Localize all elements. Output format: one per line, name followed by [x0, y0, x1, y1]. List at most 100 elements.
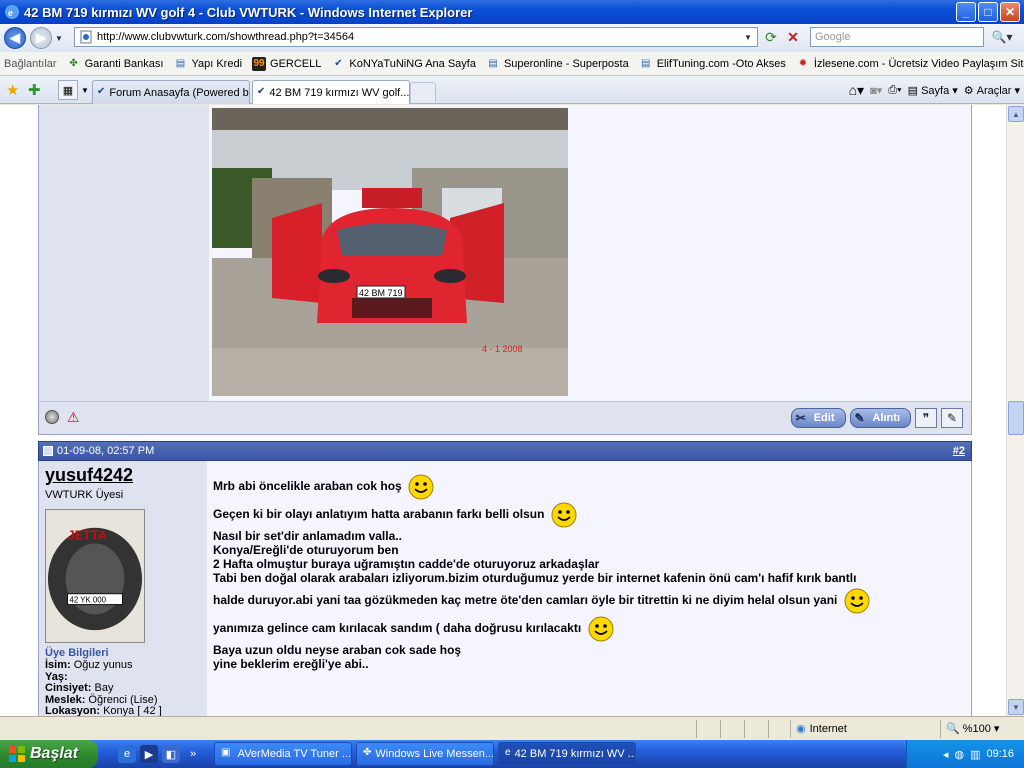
link-superonline[interactable]: ▤ Superonline - Superposta	[486, 57, 628, 71]
task-avermedia[interactable]: ▣ AVerMedia TV Tuner ...	[214, 742, 352, 766]
address-bar[interactable]: http://www.clubvwturk.com/showthread.php…	[74, 27, 758, 47]
edit-button[interactable]: ✂ Edit	[790, 408, 846, 428]
user-title: VWTURK Üyesi	[45, 489, 124, 501]
gear-icon: ⚙	[963, 85, 974, 97]
tray-arrow-icon[interactable]: ◂	[943, 748, 949, 761]
address-row: ◀ ▶ ▼ http://www.clubvwturk.com/showthre…	[0, 24, 1024, 52]
globe-icon: ◉	[796, 723, 806, 735]
message-line: Baya uzun oldu neyse araban cok sade hoş	[213, 643, 462, 657]
avatar-plate-text: 42 YK 000	[70, 596, 107, 605]
post-1-sidebar	[39, 105, 209, 401]
url-text: http://www.clubvwturk.com/showthread.php…	[97, 31, 355, 43]
post-icon	[43, 446, 53, 456]
message-line: halde duruyor.abi yani taa gözükmeden ka…	[213, 587, 871, 615]
avatar: JETTA 42 YK 000	[45, 509, 145, 643]
favorites-star-icon[interactable]: ★	[6, 81, 22, 99]
post-2-sidebar: yusuf4242 VWTURK Üyesi JETTA 42 YK 000 Ü…	[39, 461, 207, 716]
forward-button[interactable]: ▶	[30, 27, 52, 49]
link-garanti[interactable]: ✤ Garanti Bankası	[67, 57, 163, 71]
link-gercell[interactable]: 99 GERCELL	[252, 56, 321, 71]
ie-icon: e	[505, 747, 511, 758]
smiley-icon	[588, 616, 613, 642]
message-line: Konya/Ereğli'de oturuyorum ben	[213, 543, 399, 557]
quote-button[interactable]: ✎ Alıntı	[849, 408, 911, 428]
new-tab-button[interactable]	[410, 82, 436, 102]
message-line: 2 Hafta olmuştur buraya uğramıştın cadde…	[213, 557, 600, 571]
tray-app-icon[interactable]: ◍	[954, 748, 964, 761]
photo-date-stamp: 4 - 1 2008	[482, 344, 523, 354]
add-favorite-icon[interactable]: ✚	[28, 81, 44, 99]
post-1: 42 BM 719 4 - 1 2008 ⚠ ✂ Edit ✎ Alıntı ❞ ✎	[38, 105, 972, 435]
multi-quote-icon[interactable]: ❞	[915, 408, 937, 428]
car-photo: 42 BM 719 4 - 1 2008	[212, 108, 568, 396]
ie-page-icon: ▤	[640, 58, 651, 69]
network-icon[interactable]: ▥	[970, 748, 980, 761]
report-post-icon[interactable]: ⚠	[67, 410, 83, 426]
tab-forum-anasayfa[interactable]: ✔ Forum Anasayfa (Powered b...	[92, 80, 250, 104]
quick-launch: e ▶ ◧ »	[118, 745, 202, 763]
scroll-thumb[interactable]	[1008, 401, 1024, 435]
vw-icon: ✔	[257, 85, 266, 97]
post-number-link[interactable]: #2	[953, 445, 965, 457]
ie-icon[interactable]: e	[118, 745, 136, 763]
tabs-row: ★ ✚ ▦ ▼ ✔ Forum Anasayfa (Powered b... ✔…	[0, 76, 1024, 104]
search-icon[interactable]: 🔍▾	[986, 27, 1018, 47]
link-konyatuning[interactable]: ✔ KoNYaTuNiNG Ana Sayfa	[331, 57, 476, 71]
post-2-header: 01-09-08, 02:57 PM #2	[38, 441, 972, 461]
tools-menu[interactable]: ⚙ Araçlar ▾	[963, 84, 1020, 98]
scroll-down-icon[interactable]: ▼	[1008, 699, 1024, 715]
izlesene-icon: ✹	[798, 58, 808, 69]
task-messenger[interactable]: ✤ Windows Live Messen...	[356, 742, 494, 766]
svg-text:e: e	[8, 7, 13, 19]
post-date: 01-09-08, 02:57 PM	[57, 445, 155, 457]
back-button[interactable]: ◀	[4, 27, 26, 49]
taskbar: Başlat e ▶ ◧ » ▣ AVerMedia TV Tuner ... ✤…	[0, 740, 1024, 768]
clock[interactable]: 09:16	[986, 748, 1014, 760]
history-dropdown-icon[interactable]: ▼	[55, 34, 63, 43]
ie-page-icon: ▤	[488, 58, 498, 69]
minimize-button[interactable]: _	[956, 2, 976, 22]
member-info: İsim: Oğuz yunus Yaş: Cinsiyet: Bay Mesl…	[45, 659, 162, 716]
security-zone[interactable]: ◉ Internet	[796, 722, 847, 736]
link-yapikredi[interactable]: ▤ Yapı Kredi	[173, 57, 242, 71]
page-menu[interactable]: ▤ Sayfa ▾	[907, 84, 958, 98]
maximize-button[interactable]: □	[978, 2, 998, 22]
vertical-scrollbar[interactable]: ▲ ▼	[1006, 105, 1024, 716]
print-icon[interactable]: ⎙▾	[888, 84, 901, 97]
tab-list-dropdown-icon[interactable]: ▼	[80, 80, 90, 100]
page-viewport: 42 BM 719 4 - 1 2008 ⚠ ✂ Edit ✎ Alıntı ❞ ✎…	[0, 105, 1006, 716]
zoom-icon: 🔍	[946, 723, 960, 735]
zoom-control[interactable]: 🔍 %100 ▾	[946, 722, 999, 736]
smiley-icon	[551, 502, 577, 528]
link-izlesene[interactable]: ✹ İzlesene.com - Ücretsiz Video Paylaşım …	[796, 57, 1024, 71]
offline-status-icon	[45, 410, 59, 424]
quick-launch-arrow-icon[interactable]: »	[184, 745, 202, 763]
scroll-up-icon[interactable]: ▲	[1008, 106, 1024, 122]
pencil-icon: ✎	[854, 411, 865, 425]
media-player-icon[interactable]: ▶	[140, 745, 158, 763]
close-button[interactable]: ✕	[1000, 2, 1020, 22]
home-icon[interactable]: ⌂▾	[849, 82, 864, 99]
search-input[interactable]: Google	[810, 27, 984, 47]
page-icon	[80, 30, 92, 44]
start-button[interactable]: Başlat	[0, 740, 98, 768]
message-line: Mrb abi öncelikle araban cok hoş	[213, 473, 435, 501]
quick-reply-icon[interactable]: ✎	[941, 408, 963, 428]
license-plate: 42 BM 719	[359, 288, 403, 298]
task-ie-current[interactable]: e 42 BM 719 kırmızı WV ...	[498, 742, 636, 766]
show-desktop-icon[interactable]: ◧	[162, 745, 180, 763]
clover-icon: ✤	[69, 58, 78, 69]
address-dropdown-icon[interactable]: ▼	[741, 30, 755, 44]
avatar-jetta-text: JETTA	[68, 528, 107, 543]
refresh-icon[interactable]: ⟳	[762, 28, 780, 46]
tab-current-thread[interactable]: ✔ 42 BM 719 kırmızı WV golf... ✕	[252, 80, 410, 104]
quick-tabs-icon[interactable]: ▦	[58, 80, 78, 100]
stop-icon[interactable]: ✕	[784, 28, 802, 46]
page-menu-icon: ▤	[907, 85, 919, 97]
link-eliftuning[interactable]: ▤ ElifTuning.com -Oto Akses	[639, 57, 786, 71]
info-location: Lokasyon: Konya [ 42 ]	[45, 705, 162, 716]
post-2: yusuf4242 VWTURK Üyesi JETTA 42 YK 000 Ü…	[38, 461, 972, 716]
tv-icon: ▣	[221, 747, 231, 758]
rss-icon[interactable]: ◙▾	[870, 84, 882, 97]
username-link[interactable]: yusuf4242	[45, 465, 133, 486]
